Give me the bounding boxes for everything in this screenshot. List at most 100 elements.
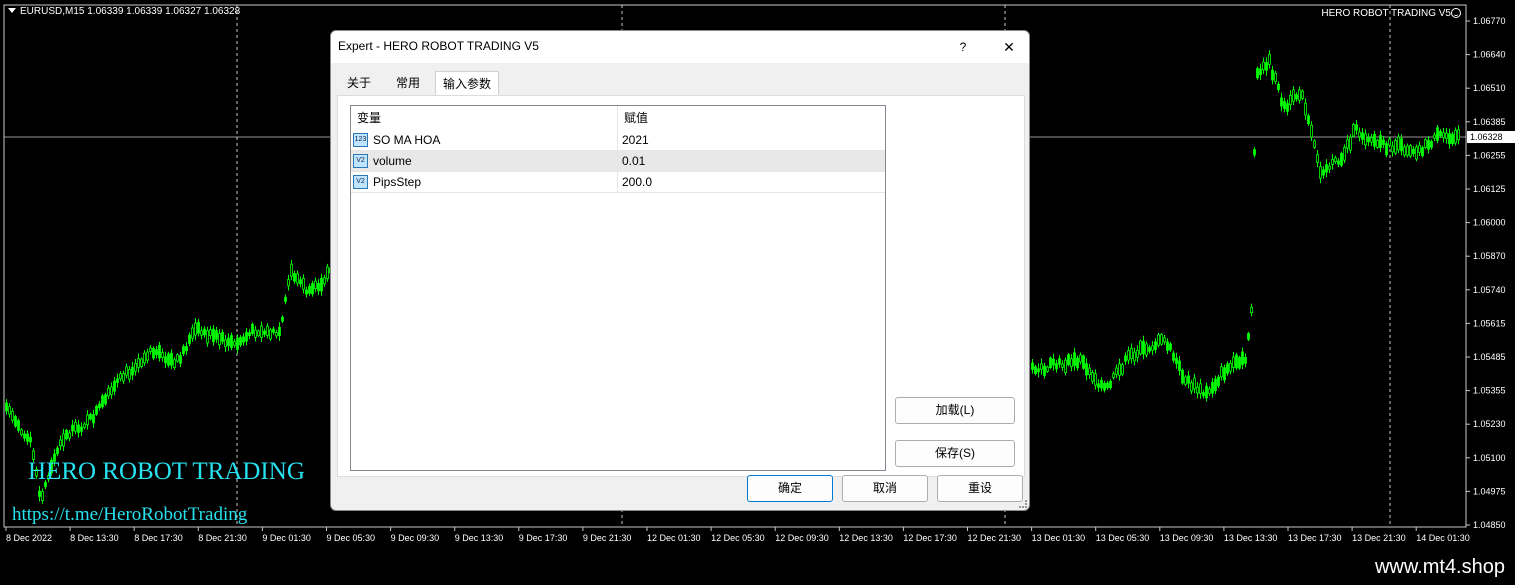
candle-body [239, 336, 242, 346]
header-variable[interactable]: 变量 [351, 106, 617, 130]
candle-body [62, 433, 65, 447]
candle-body [1244, 357, 1247, 364]
candle-body [1070, 358, 1073, 368]
candle-body [245, 331, 248, 342]
candle-body [287, 279, 290, 287]
candle-body [1220, 366, 1223, 378]
candle-body [80, 426, 83, 432]
candle-body [176, 354, 179, 362]
candle-body [1082, 355, 1085, 369]
candle-body [29, 436, 32, 443]
candle-body [185, 346, 188, 352]
candle-body [1259, 68, 1262, 76]
candle-body [1424, 139, 1427, 148]
time-label: 8 Dec 13:30 [70, 533, 119, 543]
candle-body [1403, 146, 1406, 156]
save-button[interactable]: 保存(S) [895, 440, 1015, 467]
tab-common[interactable]: 常用 [383, 71, 433, 95]
candle-body [149, 347, 152, 352]
candle-body [1037, 368, 1040, 373]
candle-body [158, 344, 161, 359]
table-row[interactable]: V2 volume 0.01 [351, 151, 885, 172]
param-value[interactable]: 2021 [617, 130, 887, 150]
double-param-icon: V2 [353, 154, 368, 168]
candle-body [1415, 146, 1418, 160]
price-label: 1.05100 [1473, 453, 1506, 463]
candle-body [1067, 354, 1070, 366]
table-row[interactable]: 123 SO MA HOA 2021 [351, 130, 885, 151]
candle-body [296, 273, 299, 284]
candle-body [1421, 147, 1424, 157]
ok-button[interactable]: 确定 [747, 475, 833, 502]
candle-body [1088, 367, 1091, 375]
candle-body [1277, 83, 1280, 90]
time-label: 12 Dec 17:30 [903, 533, 957, 543]
candle-body [218, 333, 221, 346]
close-icon[interactable]: ✕ [995, 35, 1023, 59]
candle-body [1223, 367, 1226, 381]
candle-body [1358, 131, 1361, 138]
candle-body [1439, 131, 1442, 137]
table-row[interactable]: V2 PipsStep 200.0 [351, 172, 885, 193]
watermark-text: HERO ROBOT TRADING [28, 458, 305, 485]
candle-body [272, 328, 275, 333]
candle-body [134, 362, 137, 372]
price-label: 1.06125 [1473, 184, 1506, 194]
smile-icon[interactable] [1451, 8, 1461, 18]
candle-body [104, 394, 107, 405]
candle-body [1133, 351, 1136, 362]
param-name: PipsStep [373, 175, 422, 189]
time-label: 8 Dec 2022 [6, 533, 52, 543]
price-label: 1.04850 [1473, 520, 1506, 530]
param-value[interactable]: 0.01 [617, 151, 887, 171]
candle-body [263, 330, 266, 335]
candle-body [1406, 145, 1409, 156]
candle-body [1175, 357, 1178, 364]
candle-body [1280, 97, 1283, 107]
candle-body [1448, 133, 1451, 145]
dialog-titlebar[interactable]: Expert - HERO ROBOT TRADING V5 ? ✕ [331, 31, 1029, 63]
candle-body [1361, 132, 1364, 140]
candle-body [1457, 129, 1460, 141]
candle-body [1112, 373, 1115, 378]
candle-body [179, 355, 182, 364]
tab-inputs[interactable]: 输入参数 [435, 71, 499, 96]
candle-body [1241, 351, 1244, 365]
header-value[interactable]: 赋值 [617, 106, 885, 130]
price-label: 1.06000 [1473, 218, 1506, 228]
int-param-icon: 123 [353, 133, 368, 147]
param-value[interactable]: 200.0 [617, 172, 887, 192]
tab-about[interactable]: 关于 [337, 71, 381, 95]
candle-body [1328, 165, 1331, 170]
candle-body [98, 403, 101, 409]
price-label: 1.05355 [1473, 386, 1506, 396]
candle-body [320, 277, 323, 292]
resize-grip-icon[interactable] [1019, 500, 1027, 508]
time-label: 9 Dec 09:30 [391, 533, 440, 543]
candle-body [188, 334, 191, 344]
time-label: 13 Dec 01:30 [1032, 533, 1086, 543]
candle-body [1124, 355, 1127, 362]
cancel-button[interactable]: 取消 [842, 475, 928, 502]
params-table[interactable]: 变量 赋值 123 SO MA HOA 2021 V2 volume 0.01 … [350, 105, 886, 471]
candle-body [1298, 89, 1301, 101]
candle-body [257, 330, 260, 337]
candle-body [1397, 136, 1400, 151]
reset-button[interactable]: 重设 [937, 475, 1023, 502]
candle-body [131, 366, 134, 376]
candle-body [1055, 363, 1058, 370]
candle-body [1196, 386, 1199, 394]
candle-body [26, 433, 29, 442]
candle-body [209, 329, 212, 336]
telegram-link[interactable]: https://t.me/HeroRobotTrading [12, 504, 247, 526]
help-button[interactable]: ? [949, 37, 977, 57]
candle-body [1427, 139, 1430, 150]
candle-body [1295, 94, 1298, 100]
load-button[interactable]: 加载(L) [895, 397, 1015, 424]
candle-body [305, 289, 308, 295]
candle-body [1034, 366, 1037, 374]
candle-body [1262, 61, 1265, 71]
time-label: 13 Dec 09:30 [1160, 533, 1214, 543]
candle-body [1073, 352, 1076, 366]
candle-body [1253, 149, 1256, 156]
